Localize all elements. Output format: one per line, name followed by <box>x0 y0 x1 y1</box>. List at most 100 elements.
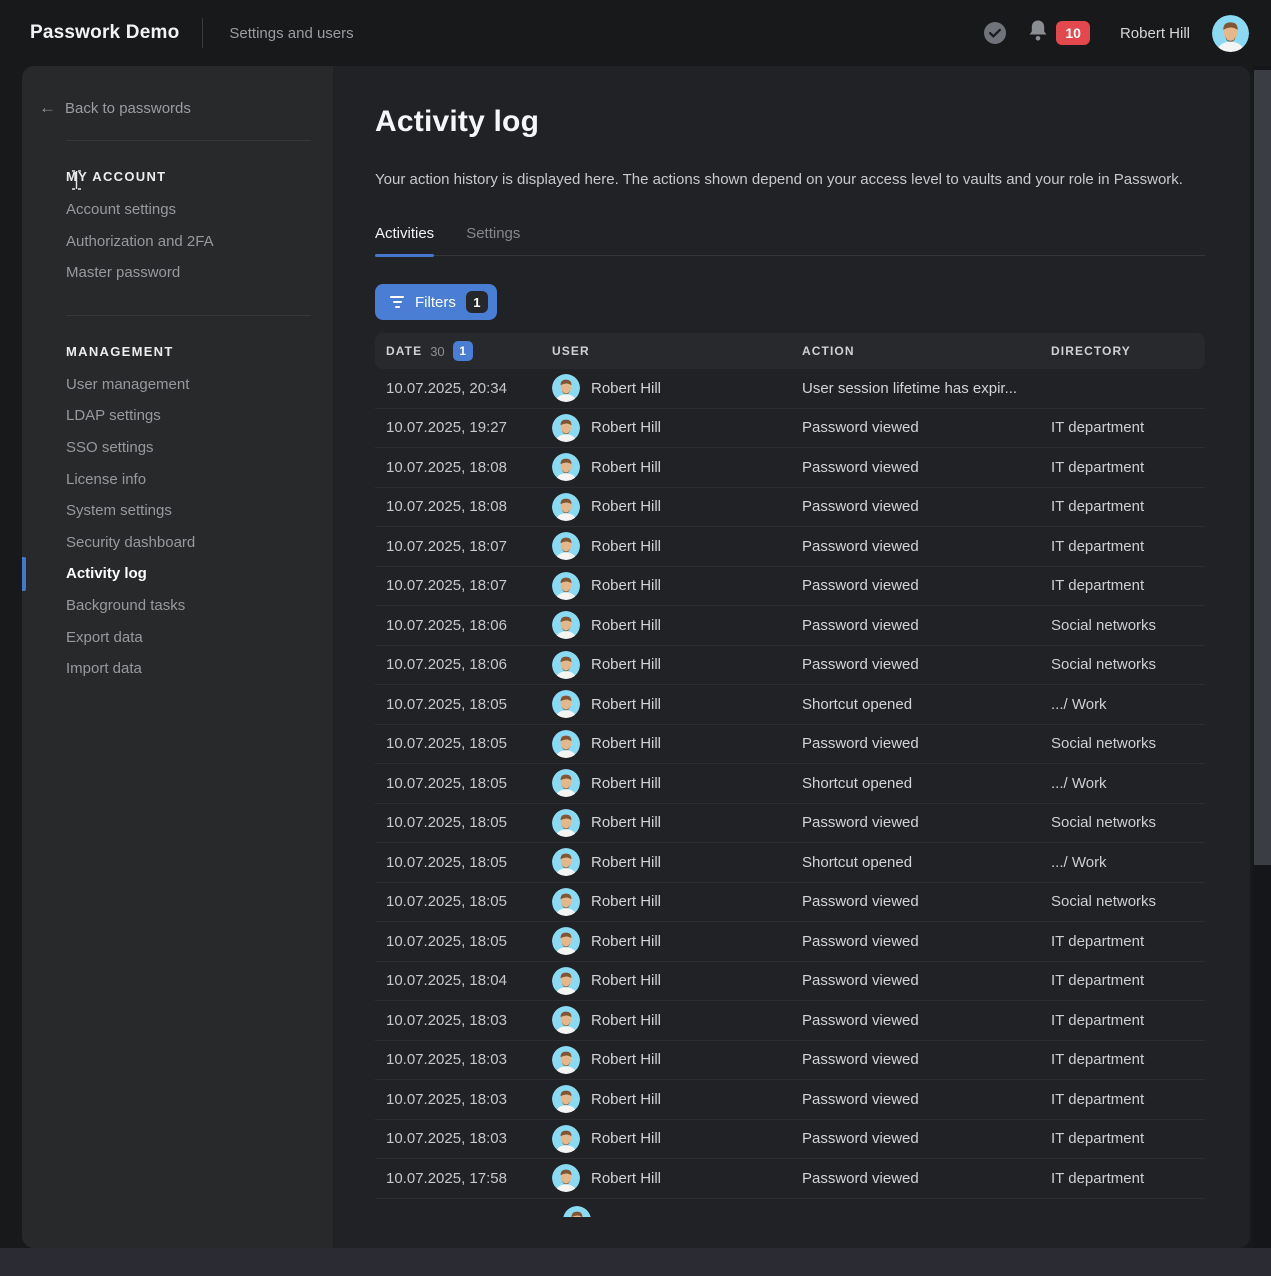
row-user: Robert Hill <box>552 1125 802 1153</box>
column-header-date[interactable]: DATE 30 1 <box>375 341 552 361</box>
row-directory: IT department <box>1051 1091 1205 1108</box>
notifications-button[interactable]: 10 <box>1028 19 1090 47</box>
row-user: Robert Hill <box>552 888 802 916</box>
row-directory: IT department <box>1051 419 1205 436</box>
app-logo[interactable]: Passwork Demo <box>30 22 179 44</box>
table-row[interactable]: 10.07.2025, 18:05 Robert Hill Password v… <box>375 725 1205 765</box>
sidebar-item[interactable]: Export data <box>22 622 333 654</box>
row-date: 10.07.2025, 18:05 <box>375 854 552 871</box>
table-row[interactable]: 10.07.2025, 18:07 Robert Hill Password v… <box>375 567 1205 607</box>
row-action: Password viewed <box>802 1091 1051 1108</box>
table-row[interactable]: 10.07.2025, 20:34 Robert Hill User sessi… <box>375 369 1205 409</box>
back-to-passwords-link[interactable]: ← Back to passwords <box>22 98 333 118</box>
sidebar-item[interactable]: Account settings <box>22 194 333 226</box>
row-action: Password viewed <box>802 1012 1051 1029</box>
column-header-action[interactable]: ACTION <box>802 344 1051 358</box>
table-row[interactable]: 10.07.2025, 18:03 Robert Hill Password v… <box>375 1080 1205 1120</box>
sidebar-item[interactable]: Activity log <box>22 558 333 590</box>
row-date: 10.07.2025, 18:03 <box>375 1051 552 1068</box>
activity-table: DATE 30 1 USER ACTION DIRECTORY 10.07.20 <box>375 333 1205 1217</box>
table-row[interactable]: 10.07.2025, 17:58 Robert Hill Password v… <box>375 1159 1205 1199</box>
row-directory: .../ Work <box>1051 854 1205 871</box>
date-column-badge: 1 <box>453 341 473 361</box>
filters-count-badge: 1 <box>466 291 488 313</box>
table-row-partial[interactable] <box>375 1199 1205 1217</box>
table-row[interactable]: 10.07.2025, 18:03 Robert Hill Password v… <box>375 1041 1205 1081</box>
row-action: Password viewed <box>802 1130 1051 1147</box>
sidebar-section-my-account: MY ACCOUNT <box>22 169 333 184</box>
table-row[interactable]: 10.07.2025, 18:06 Robert Hill Password v… <box>375 646 1205 686</box>
row-user-name: Robert Hill <box>591 814 661 831</box>
table-row[interactable]: 10.07.2025, 18:05 Robert Hill Shortcut o… <box>375 685 1205 725</box>
sidebar-item[interactable]: Security dashboard <box>22 527 333 559</box>
column-header-user[interactable]: USER <box>552 344 802 358</box>
table-row[interactable]: 10.07.2025, 18:08 Robert Hill Password v… <box>375 488 1205 528</box>
row-date: 10.07.2025, 17:58 <box>375 1170 552 1187</box>
status-check-icon[interactable] <box>984 22 1006 44</box>
scrollbar-thumb[interactable] <box>1254 70 1271 865</box>
row-action: Password viewed <box>802 577 1051 594</box>
table-row[interactable]: 10.07.2025, 18:08 Robert Hill Password v… <box>375 448 1205 488</box>
row-user-avatar <box>552 651 580 679</box>
row-action: Shortcut opened <box>802 854 1051 871</box>
table-row[interactable]: 10.07.2025, 18:05 Robert Hill Shortcut o… <box>375 843 1205 883</box>
vertical-scrollbar <box>1253 66 1271 1248</box>
row-user-avatar <box>552 888 580 916</box>
table-row[interactable]: 10.07.2025, 18:07 Robert Hill Password v… <box>375 527 1205 567</box>
row-user-avatar <box>552 809 580 837</box>
table-row[interactable]: 10.07.2025, 19:27 Robert Hill Password v… <box>375 409 1205 449</box>
table-row[interactable]: 10.07.2025, 18:05 Robert Hill Password v… <box>375 883 1205 923</box>
row-user-avatar <box>552 1164 580 1192</box>
row-user-name: Robert Hill <box>591 1091 661 1108</box>
row-directory: IT department <box>1051 1130 1205 1147</box>
sidebar-item[interactable]: System settings <box>22 495 333 527</box>
filters-button-label: Filters <box>415 294 456 311</box>
settings-sidebar: ← Back to passwords MY ACCOUNT Account s… <box>22 66 333 1248</box>
tab-settings[interactable]: Settings <box>466 225 520 255</box>
row-user: Robert Hill <box>552 414 802 442</box>
table-row[interactable]: 10.07.2025, 18:03 Robert Hill Password v… <box>375 1001 1205 1041</box>
row-action: Password viewed <box>802 1170 1051 1187</box>
row-action: Password viewed <box>802 972 1051 989</box>
row-action: Password viewed <box>802 933 1051 950</box>
row-directory: IT department <box>1051 538 1205 555</box>
sidebar-item[interactable]: Background tasks <box>22 590 333 622</box>
row-date: 10.07.2025, 18:06 <box>375 656 552 673</box>
column-header-directory[interactable]: DIRECTORY <box>1051 344 1205 358</box>
row-directory: IT department <box>1051 577 1205 594</box>
row-user-name: Robert Hill <box>591 380 661 397</box>
page-title: Activity log <box>375 105 1205 139</box>
activity-log-panel: Activity log Your action history is disp… <box>333 66 1250 1248</box>
table-row[interactable]: 10.07.2025, 18:05 Robert Hill Password v… <box>375 922 1205 962</box>
sidebar-item[interactable]: Authorization and 2FA <box>22 226 333 258</box>
table-row[interactable]: 10.07.2025, 18:03 Robert Hill Password v… <box>375 1120 1205 1160</box>
sidebar-item[interactable]: Import data <box>22 653 333 685</box>
row-date: 10.07.2025, 18:04 <box>375 972 552 989</box>
sidebar-item[interactable]: LDAP settings <box>22 400 333 432</box>
date-column-label: DATE <box>386 344 422 358</box>
table-row[interactable]: 10.07.2025, 18:05 Robert Hill Password v… <box>375 804 1205 844</box>
filters-button[interactable]: Filters 1 <box>375 284 497 320</box>
sidebar-item[interactable]: User management <box>22 369 333 401</box>
row-action: Password viewed <box>802 538 1051 555</box>
row-date: 10.07.2025, 18:03 <box>375 1130 552 1147</box>
row-user-avatar <box>552 730 580 758</box>
row-action: Password viewed <box>802 814 1051 831</box>
tab-bar: Activities Settings <box>375 225 1205 256</box>
user-avatar[interactable] <box>1212 15 1249 52</box>
row-date: 10.07.2025, 20:34 <box>375 380 552 397</box>
row-date: 10.07.2025, 18:03 <box>375 1091 552 1108</box>
sidebar-item[interactable]: Master password <box>22 257 333 289</box>
row-user-avatar <box>552 572 580 600</box>
row-directory: IT department <box>1051 498 1205 515</box>
table-row[interactable]: 10.07.2025, 18:05 Robert Hill Shortcut o… <box>375 764 1205 804</box>
sidebar-item[interactable]: License info <box>22 464 333 496</box>
tab-activities[interactable]: Activities <box>375 225 434 255</box>
sidebar-item[interactable]: SSO settings <box>22 432 333 464</box>
row-user-name: Robert Hill <box>591 696 661 713</box>
table-row[interactable]: 10.07.2025, 18:04 Robert Hill Password v… <box>375 962 1205 1002</box>
table-row[interactable]: 10.07.2025, 18:06 Robert Hill Password v… <box>375 606 1205 646</box>
bell-icon <box>1028 19 1048 47</box>
row-user-name: Robert Hill <box>591 538 661 555</box>
row-user-avatar <box>552 769 580 797</box>
